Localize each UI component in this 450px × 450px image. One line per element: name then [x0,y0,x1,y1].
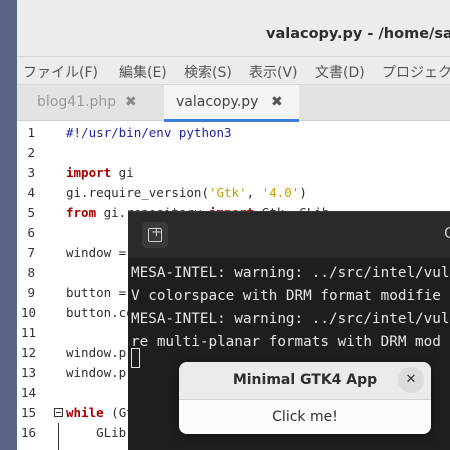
menu-view[interactable]: 表示(V) [249,62,298,82]
terminal-title: C [444,224,450,242]
line-number: 9 [27,285,35,300]
code-token: from [66,205,97,220]
terminal-cursor [131,348,140,368]
fold-guide [58,423,59,450]
menu-document[interactable]: 文書(D) [315,62,365,82]
terminal-line: MESA-INTEL: warning: ../src/intel/vul [131,311,450,327]
fold-toggle-icon[interactable] [54,408,63,417]
terminal-line: MESA-INTEL: warning: ../src/intel/vul [131,265,450,281]
line-number: 10 [21,305,37,320]
line-number: 14 [21,385,37,400]
code-text: import gi [66,163,134,183]
line-number: 16 [21,425,37,440]
tab-label: blog41.php [37,94,117,110]
code-token: '4.0' [261,185,300,200]
line-number: 1 [27,125,35,140]
line-number: 12 [21,345,37,360]
code-token: , [246,185,262,200]
app-headerbar[interactable]: Minimal GTK4 App ✕ [179,362,431,400]
code-line: 2 [17,143,450,163]
code-line: 1 #!/usr/bin/env python3 [17,123,450,143]
tab-bar: blog41.php ✖ valacopy.py ✖ [17,85,450,122]
terminal-line: re multi-planar formats with DRM mod [131,334,441,350]
tab-label: valacopy.py [176,94,259,110]
close-icon[interactable]: ✖ [125,94,137,110]
line-number: 13 [21,365,37,380]
line-number: 8 [27,265,35,280]
line-number: 11 [21,325,37,340]
close-icon[interactable]: ✕ [398,367,424,393]
code-token: gi.require_version( [66,185,209,200]
window-title: valacopy.py - /home/sasa [266,26,450,42]
menu-search[interactable]: 検索(S) [184,62,232,82]
code-token: #!/usr/bin/env python3 [66,125,232,140]
click-me-button[interactable]: Click me! [179,400,431,434]
line-number: 4 [27,185,35,200]
close-icon[interactable]: ✖ [271,94,283,110]
line-number: 15 [21,405,37,420]
editor-titlebar[interactable]: valacopy.py - /home/sasa [17,0,450,57]
tab-blog41-php[interactable]: blog41.php ✖ [17,85,164,121]
code-token: while [66,405,104,420]
code-line: 4 gi.require_version('Gtk', '4.0') [17,183,450,203]
terminal-line: V colorspace with DRM format modifie [131,288,441,304]
code-text: gi.require_version('Gtk', '4.0') [66,183,307,203]
line-number: 7 [27,245,35,260]
line-number: 3 [27,165,35,180]
code-token: import [66,165,112,180]
menu-bar: ファイル(F) 編集(E) 検索(S) 表示(V) 文書(D) プロジェク [17,57,450,85]
menu-project[interactable]: プロジェク [382,62,450,82]
code-token: gi [111,165,134,180]
tab-valacopy-py[interactable]: valacopy.py ✖ [164,85,299,122]
line-number: 5 [27,205,35,220]
app-title: Minimal GTK4 App [232,372,378,388]
new-tab-icon[interactable] [142,222,168,248]
line-number: 2 [27,145,35,160]
menu-file[interactable]: ファイル(F) [23,62,98,82]
terminal-header: C [128,212,450,258]
code-line: 3 import gi [17,163,450,183]
code-token: 'Gtk' [209,185,247,200]
gtk4-app-window: Minimal GTK4 App ✕ Click me! [179,362,431,434]
menu-edit[interactable]: 編集(E) [119,62,167,82]
line-number: 6 [27,225,35,240]
code-token: ) [299,185,307,200]
code-text: #!/usr/bin/env python3 [66,123,232,143]
